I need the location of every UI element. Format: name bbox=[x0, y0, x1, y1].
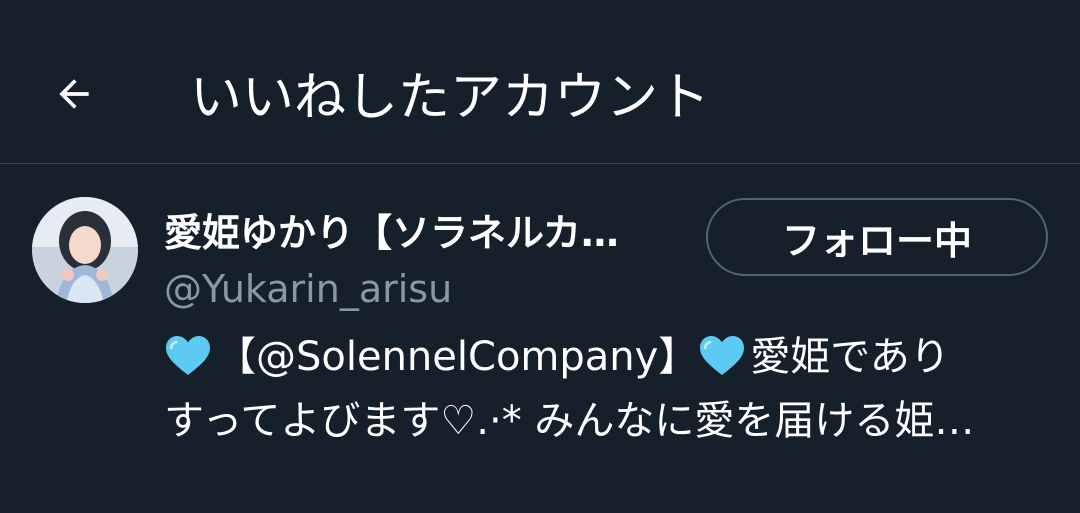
arrow-left-icon bbox=[59, 79, 89, 109]
back-button[interactable] bbox=[40, 60, 108, 128]
blue-heart-icon bbox=[698, 334, 746, 376]
user-bio: 【@SolennelCompany】 愛姫であり すってよびます♡.·* みんな… bbox=[164, 325, 1044, 453]
bio-text-part2: 愛姫であり bbox=[750, 334, 950, 380]
bio-line-2: すってよびます♡.·* みんなに愛を届ける姫… bbox=[164, 398, 975, 444]
bio-text-part1: 【@SolennelCompany】 bbox=[216, 334, 699, 380]
user-handle: @Yukarin_arisu bbox=[164, 267, 453, 311]
user-cell[interactable]: 愛姫ゆかり【ソラネルカ… @Yukarin_arisu フォロー中 【@Sole… bbox=[0, 165, 1080, 513]
liked-by-screen: いいねしたアカウント 愛姫ゆかり【ソラネルカ… @Yukarin_arisu フ… bbox=[0, 0, 1080, 513]
following-button[interactable]: フォロー中 bbox=[706, 198, 1048, 276]
bio-line-1: 【@SolennelCompany】 愛姫であり bbox=[164, 325, 1044, 389]
user-display-name[interactable]: 愛姫ゆかり【ソラネルカ… bbox=[164, 209, 694, 257]
user-avatar[interactable] bbox=[32, 197, 138, 303]
page-title: いいねしたアカウント bbox=[190, 68, 711, 128]
avatar-image bbox=[32, 197, 138, 303]
blue-heart-icon bbox=[164, 334, 212, 376]
top-app-bar: いいねしたアカウント bbox=[0, 0, 1080, 164]
